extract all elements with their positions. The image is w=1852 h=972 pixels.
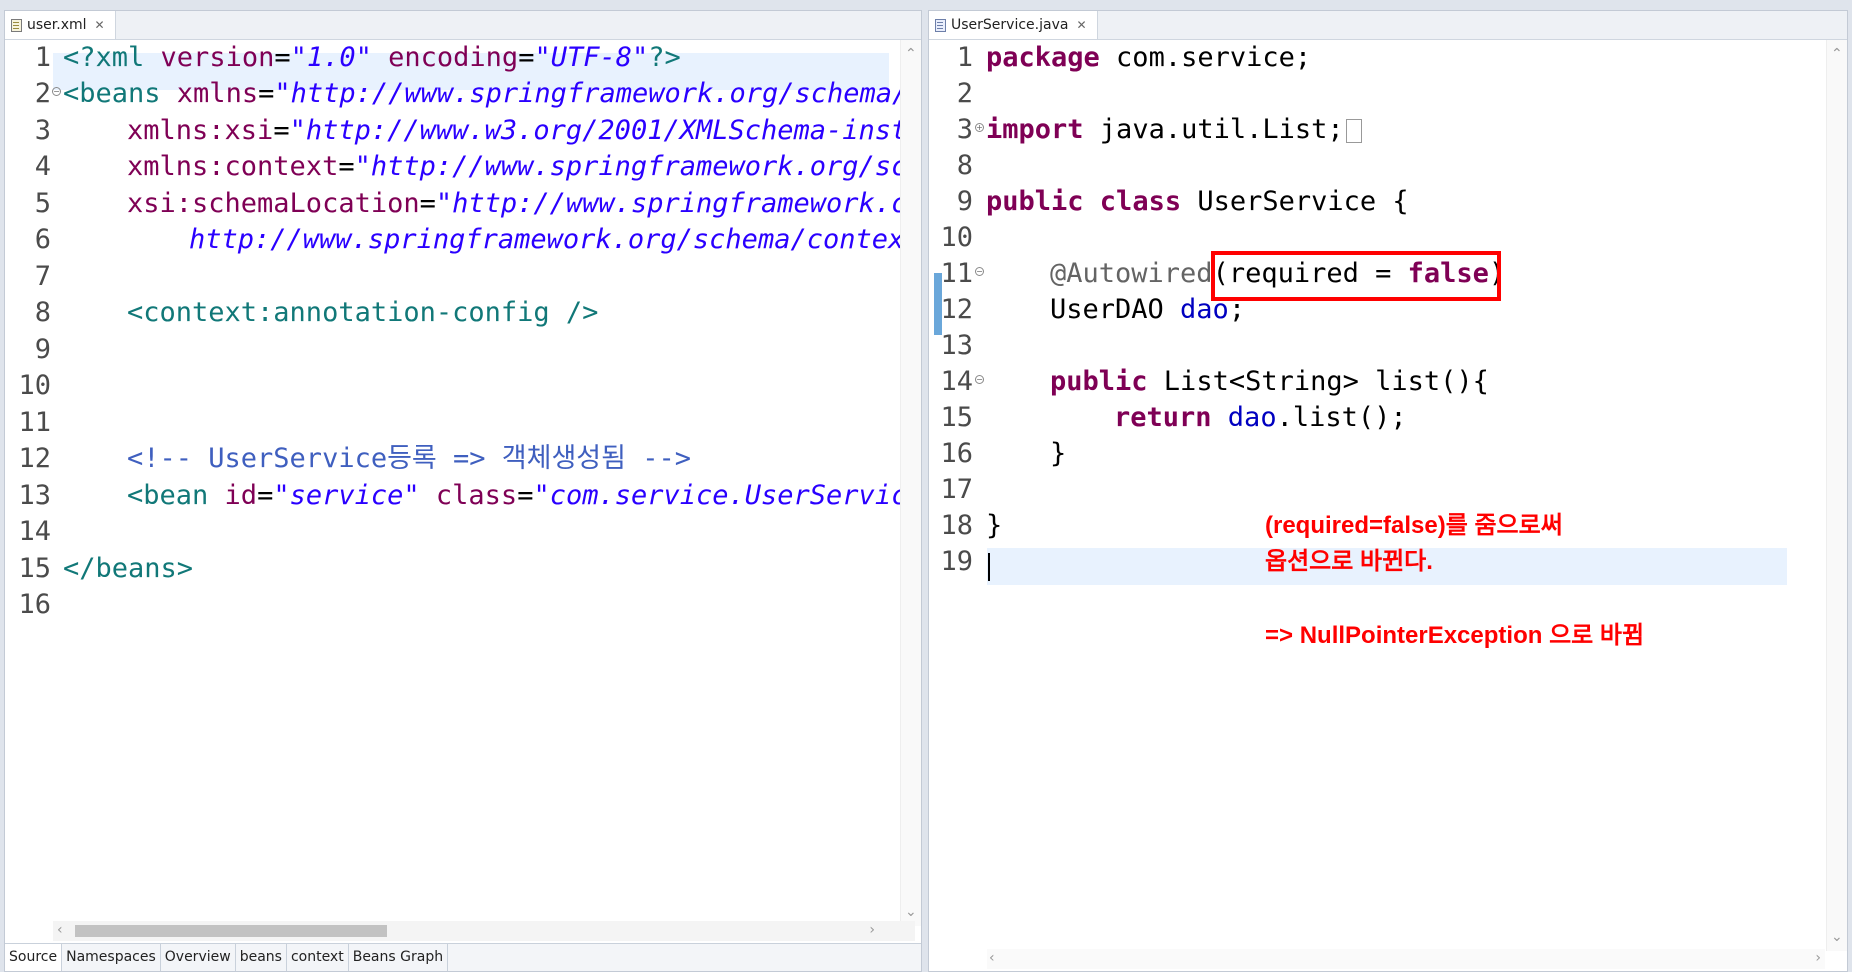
line-number: 7 [34,261,51,292]
code-line-12: <!-- UserService등록 => 객체생성됨 --> [127,443,692,474]
editor-tab-bar: user.xml ✕ [5,11,921,40]
tab-context[interactable]: context [287,944,349,971]
line-number: 15 [18,553,51,584]
close-icon[interactable]: ✕ [95,18,105,32]
code-line-18: } [986,510,1003,541]
line-number: 13 [940,330,973,361]
scroll-down-icon[interactable]: ⌄ [905,904,917,920]
line-number: 10 [18,370,51,401]
java-editor-pane[interactable]: UserService.java ✕ 1 2 3 8 9 10 11 12 13… [928,10,1848,972]
annotation-line-1: (required=false)를 줌으로써 [1265,512,1563,539]
line-number: 18 [940,510,973,541]
fold-icon[interactable]: − [52,87,61,96]
line-number: 17 [940,474,973,505]
horizontal-scrollbar[interactable]: ‹ › [53,921,915,941]
line-number: 12 [940,294,973,325]
required-false-highlight-box [1211,251,1501,301]
tab-label: UserService.java [951,17,1069,33]
scroll-right-icon[interactable]: › [1815,950,1821,966]
code-line-3: import java.util.List; [986,111,1362,148]
line-number: 12 [18,443,51,474]
line-number: 15 [940,402,973,433]
line-number: 19 [940,546,973,577]
line-number: 1 [34,42,51,73]
xml-editor-pane[interactable]: user.xml ✕ 1 2 3 4 5 6 7 8 9 10 11 12 13… [4,10,922,972]
code-line-2: <beans xmlns="http://www.springframework… [63,78,909,109]
file-java-icon [935,18,946,32]
line-number: 9 [956,186,973,217]
code-line-6: http://www.springframework.org/schema/co… [189,224,905,255]
line-number: 11 [940,258,973,289]
line-number: 6 [34,224,51,255]
code-line-15: </beans> [63,553,194,584]
code-line-14: public List<String> list(){ [1050,366,1489,397]
editor-bottom-tabs: Source Namespaces Overview beans context… [5,943,921,971]
vertical-scrollbar[interactable]: ⌃ ⌄ [900,40,921,926]
tab-namespaces[interactable]: Namespaces [62,944,161,971]
line-number: 14 [940,366,973,397]
close-icon[interactable]: ✕ [1076,18,1086,32]
line-number: 11 [18,407,51,438]
code-line-1: package com.service; [986,42,1312,73]
tab-beans-graph[interactable]: Beans Graph [349,944,449,971]
tab-beans[interactable]: beans [236,944,287,971]
code-line-4: xmlns:context="http://www.springframewor… [127,151,908,182]
line-number: 14 [18,516,51,547]
fold-icon[interactable]: − [975,267,984,276]
annotation-line-3: => NullPointerException 으로 바뀜 [1265,622,1645,649]
code-line-3: xmlns:xsi="http://www.w3.org/2001/XMLSch… [127,115,908,146]
collapsed-imports-icon[interactable] [1345,118,1362,143]
scroll-down-icon[interactable]: ⌄ [1831,929,1843,945]
line-number: 4 [34,151,51,182]
code-line-16: } [1050,438,1067,469]
tab-overview[interactable]: Overview [161,944,236,971]
tab-label: user.xml [27,17,87,33]
tab-source[interactable]: Source [5,944,63,971]
vertical-scrollbar[interactable]: ⌃ ⌄ [1826,40,1847,951]
horizontal-scrollbar[interactable]: ‹ › [987,949,1825,969]
code-line-1: <?xml version="1.0" encoding="UTF-8"?> [63,42,681,73]
editor-tab-bar: UserService.java ✕ [929,11,1847,40]
line-number: 3 [34,115,51,146]
code-line-9: public class UserService { [986,186,1409,217]
line-number: 16 [18,589,51,620]
scroll-up-icon[interactable]: ⌃ [905,46,917,62]
text-caret [988,553,990,581]
file-xml-icon [11,18,22,32]
tab-user-xml[interactable]: user.xml ✕ [5,11,116,39]
scroll-left-icon[interactable]: ‹ [57,922,63,938]
scroll-right-icon[interactable]: › [869,922,875,938]
line-number: 2 [34,78,51,109]
fold-icon[interactable]: + [975,123,984,132]
tab-userservice-java[interactable]: UserService.java ✕ [929,11,1098,39]
line-number: 2 [956,78,973,109]
code-line-15: return dao.list(); [1114,402,1407,433]
line-number: 13 [18,480,51,511]
fold-icon[interactable]: − [975,375,984,384]
code-line-5: xsi:schemaLocation="http://www.springfra… [127,188,908,219]
code-line-13: <bean id="service" class="com.service.Us… [127,480,908,511]
line-number: 8 [956,150,973,181]
line-number: 16 [940,438,973,469]
scroll-up-icon[interactable]: ⌃ [1831,46,1843,62]
code-line-8: <context:annotation-config /> [127,297,599,328]
line-number: 3 [956,114,973,145]
annotation-line-2: 옵션으로 바뀐다. [1265,548,1433,575]
scroll-left-icon[interactable]: ‹ [989,950,995,966]
line-number: 5 [34,188,51,219]
line-number: 1 [956,42,973,73]
line-number: 9 [34,334,51,365]
line-number: 8 [34,297,51,328]
line-number: 10 [940,222,973,253]
scrollbar-thumb[interactable] [75,925,387,937]
